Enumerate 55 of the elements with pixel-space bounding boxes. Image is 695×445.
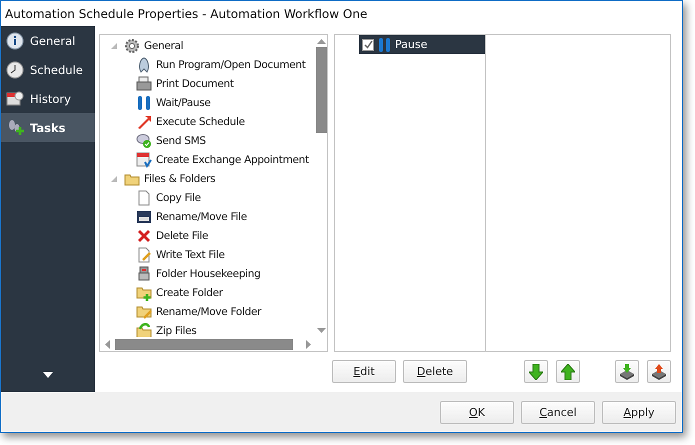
dialog-button[interactable]: OK (440, 400, 514, 424)
calendar-icon (136, 152, 152, 168)
sidebar-item[interactable]: Schedule (1, 55, 95, 84)
scroll-right-icon[interactable] (306, 340, 311, 348)
tree-item[interactable]: Send SMS (156, 134, 206, 146)
footprints-plus-icon (6, 118, 24, 136)
tree-item[interactable]: Create Folder (156, 286, 223, 298)
export-button[interactable] (647, 360, 671, 383)
tree-item[interactable]: Zip Files (156, 324, 196, 336)
tree-item[interactable]: Folder Housekeeping (156, 268, 261, 280)
tree-item[interactable]: Rename/Move File (156, 210, 247, 222)
clock-icon (6, 60, 24, 78)
tree-item[interactable]: Print Document (156, 78, 234, 90)
tree-item[interactable]: Execute Schedule (156, 116, 245, 128)
tree-item[interactable]: Run Program/Open Document (156, 58, 306, 70)
copy-document-icon (136, 190, 152, 206)
robot-icon (136, 266, 152, 282)
calendar-icon (6, 90, 24, 108)
chat-check-icon (136, 132, 152, 148)
checkbox[interactable] (362, 38, 374, 50)
tree-item[interactable]: Write Text File (156, 248, 225, 260)
info-icon (6, 32, 24, 50)
window-title: Automation Schedule Properties - Automation Workflow One (5, 6, 368, 20)
printer-icon (136, 76, 152, 92)
dialog-button[interactable]: Cancel (521, 400, 595, 424)
delete-x-icon (136, 228, 152, 244)
pencil-document-icon (136, 246, 152, 262)
folder-arrow-icon (136, 322, 152, 337)
tree-item[interactable]: Create Exchange Appointment (156, 154, 309, 166)
import-button[interactable] (615, 360, 639, 383)
list-button[interactable]: Delete (403, 360, 467, 383)
tree-item[interactable]: General (144, 40, 184, 52)
move-up-button[interactable] (556, 360, 580, 383)
tree-item[interactable]: Copy File (156, 192, 201, 204)
sidebar-item[interactable]: General (1, 26, 95, 55)
folder-pencil-icon (136, 304, 152, 320)
sidebar-item[interactable]: Tasks (1, 113, 95, 142)
scroll-down-icon[interactable] (316, 328, 326, 333)
scroll-up-icon[interactable] (316, 39, 326, 44)
tree-item[interactable]: Rename/Move Folder (156, 306, 262, 318)
pause-icon (378, 36, 391, 52)
list-item[interactable]: Pause (359, 35, 485, 54)
disk-drive-icon (136, 208, 152, 224)
folder-plus-icon (136, 284, 152, 300)
dialog-button[interactable]: Apply (602, 400, 676, 424)
tree-item[interactable]: Delete File (156, 230, 208, 242)
sidebar-item[interactable]: History (1, 84, 95, 113)
tree-item[interactable]: Wait/Pause (156, 96, 211, 108)
caret-icon[interactable] (43, 372, 53, 378)
move-down-button[interactable] (524, 360, 548, 383)
list-button[interactable]: Edit (332, 360, 396, 383)
scroll-left-icon[interactable] (105, 340, 110, 348)
pause-icon (136, 94, 152, 110)
gear-icon (124, 38, 140, 54)
tree-item[interactable]: Files & Folders (144, 172, 216, 184)
